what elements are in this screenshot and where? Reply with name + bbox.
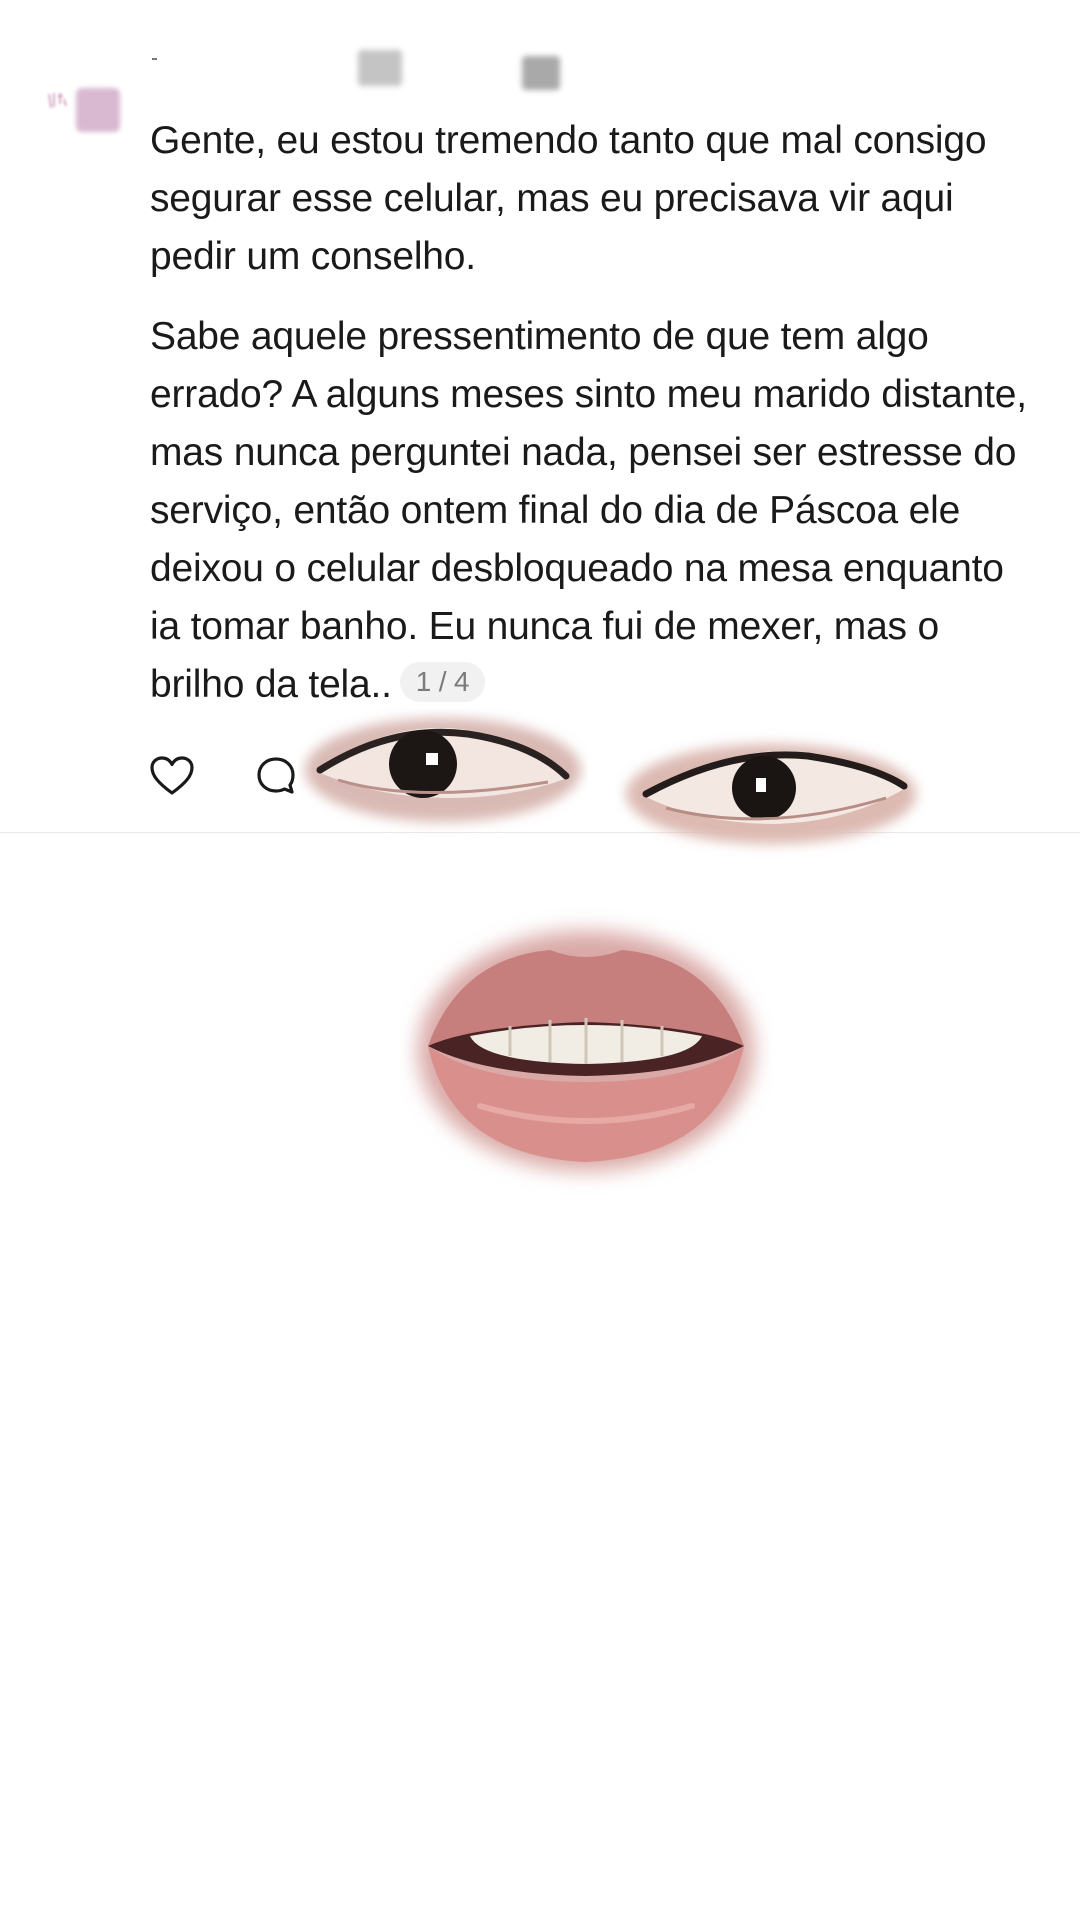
comment-bubble-icon [257,757,295,794]
like-button[interactable] [148,752,196,800]
comment-button[interactable] [252,752,300,800]
redacted-handle[interactable] [522,56,560,90]
page-indicator: 1 / 4 [399,662,486,702]
header-dot [152,58,157,60]
post-paragraph-2: Sabe aquele pressentimento de que tem al… [150,308,1040,714]
redacted-header [0,0,1080,110]
post-paragraph-2-text: Sabe aquele pressentimento de que tem al… [150,315,1027,706]
avatar-glyph-icon [48,93,67,109]
avatar-image [76,88,120,132]
eye-sticker-right [626,744,916,844]
avatar[interactable] [46,86,122,136]
heart-outline-icon [150,756,194,795]
redacted-username[interactable] [358,50,402,86]
post-body[interactable]: Gente, eu estou tremendo tanto que mal c… [150,112,1040,736]
post-divider [0,832,1080,833]
post-paragraph-1: Gente, eu estou tremendo tanto que mal c… [150,119,987,278]
post-actions [148,752,348,802]
mouth-sticker [418,931,754,1171]
